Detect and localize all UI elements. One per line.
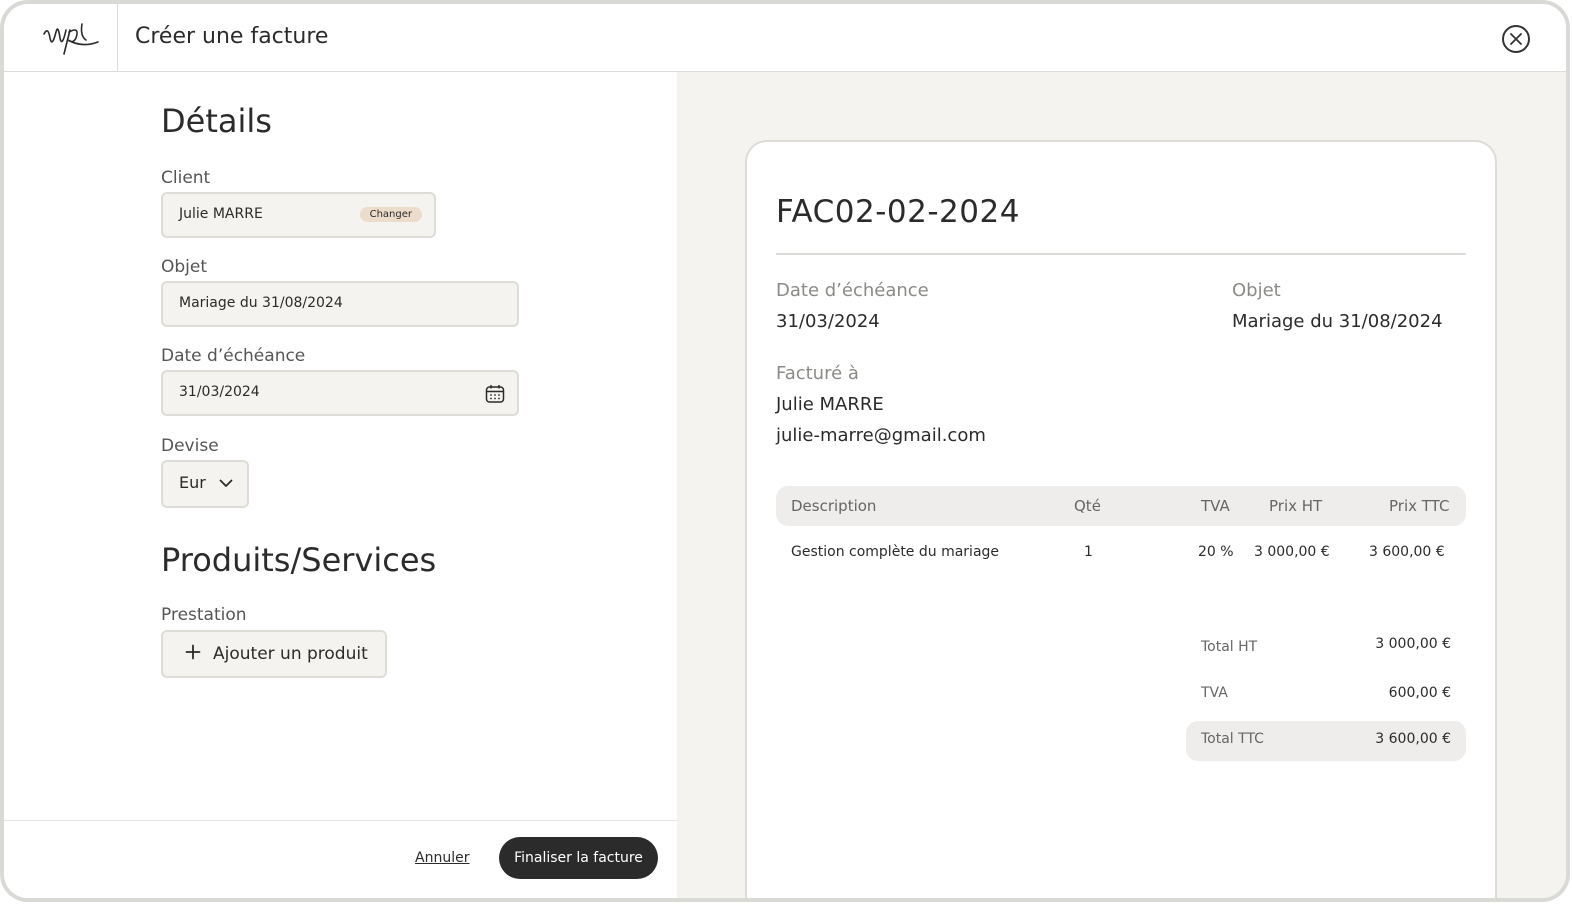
- col-price-ttc: Prix TTC: [1389, 497, 1450, 515]
- header: Créer une facture: [4, 4, 1566, 72]
- due-date-input[interactable]: 31/03/2024: [161, 370, 519, 416]
- wp-logo-icon: [43, 23, 99, 55]
- total-ttc-value: 3 600,00 €: [1375, 731, 1451, 747]
- preview-due-label: Date d’échéance: [776, 280, 929, 301]
- calendar-icon[interactable]: [485, 384, 505, 404]
- add-product-label: Ajouter un produit: [213, 644, 368, 664]
- cancel-link[interactable]: Annuler: [415, 850, 469, 866]
- due-date-value: 31/03/2024: [179, 384, 260, 400]
- invoice-preview-card: FAC02-02-2024 Date d’échéance 31/03/2024…: [745, 140, 1497, 898]
- vat-total-value: 600,00 €: [1388, 685, 1451, 701]
- client-label: Client: [161, 168, 211, 188]
- row-qty: 1: [1084, 544, 1093, 560]
- invoice-number: FAC02-02-2024: [776, 194, 1020, 230]
- close-icon: [1510, 33, 1522, 45]
- row-vat: 20 %: [1198, 544, 1234, 560]
- logo-area: [4, 4, 118, 72]
- total-ttc-label: Total TTC: [1201, 731, 1264, 747]
- due-date-label: Date d’échéance: [161, 346, 306, 366]
- vat-total-label: TVA: [1201, 685, 1228, 701]
- col-description: Description: [791, 497, 877, 515]
- preview-object-label: Objet: [1232, 280, 1281, 301]
- object-input[interactable]: Mariage du 31/08/2024: [161, 281, 519, 327]
- prestation-label: Prestation: [161, 605, 247, 625]
- divider: [776, 253, 1466, 255]
- invoice-preview-panel: FAC02-02-2024 Date d’échéance 31/03/2024…: [677, 72, 1566, 898]
- client-value: Julie MARRE: [179, 206, 263, 222]
- change-client-button[interactable]: Changer: [359, 207, 422, 222]
- create-invoice-window: Créer une facture Détails Client Julie M…: [0, 0, 1570, 902]
- plus-icon: [185, 644, 201, 660]
- add-product-button[interactable]: Ajouter un produit: [161, 630, 387, 678]
- row-description: Gestion complète du mariage: [791, 544, 1000, 560]
- table-header: Description Qté TVA Prix HT Prix TTC: [776, 486, 1466, 526]
- billed-to-email: julie-marre@gmail.com: [776, 425, 986, 446]
- total-ht-value: 3 000,00 €: [1375, 636, 1451, 652]
- object-label: Objet: [161, 257, 208, 277]
- preview-object-value: Mariage du 31/08/2024: [1232, 311, 1443, 332]
- row-price-ht: 3 000,00 €: [1254, 544, 1330, 560]
- form-footer: Annuler Finaliser la facture: [4, 820, 677, 898]
- col-qty: Qté: [1074, 497, 1101, 515]
- close-button[interactable]: [1502, 25, 1530, 53]
- chevron-down-icon: [219, 479, 233, 487]
- col-price-ht: Prix HT: [1269, 497, 1323, 515]
- finalize-invoice-button[interactable]: Finaliser la facture: [499, 837, 658, 879]
- object-value: Mariage du 31/08/2024: [179, 295, 343, 311]
- page-title: Créer une facture: [135, 24, 329, 49]
- billed-to-label: Facturé à: [776, 363, 859, 384]
- currency-label: Devise: [161, 436, 219, 456]
- client-field[interactable]: Julie MARRE Changer: [161, 192, 436, 238]
- col-vat: TVA: [1201, 497, 1230, 515]
- billed-to-name: Julie MARRE: [776, 394, 884, 415]
- products-heading: Produits/Services: [161, 541, 437, 579]
- total-ht-label: Total HT: [1201, 639, 1258, 655]
- currency-value: Eur: [179, 473, 206, 492]
- currency-select[interactable]: Eur: [161, 460, 249, 508]
- preview-due-value: 31/03/2024: [776, 311, 880, 332]
- total-ttc-row: Total TTC 3 600,00 €: [1186, 721, 1466, 761]
- row-price-ttc: 3 600,00 €: [1369, 544, 1445, 560]
- invoice-form-panel: Détails Client Julie MARRE Changer Objet…: [4, 72, 677, 898]
- details-heading: Détails: [161, 102, 272, 140]
